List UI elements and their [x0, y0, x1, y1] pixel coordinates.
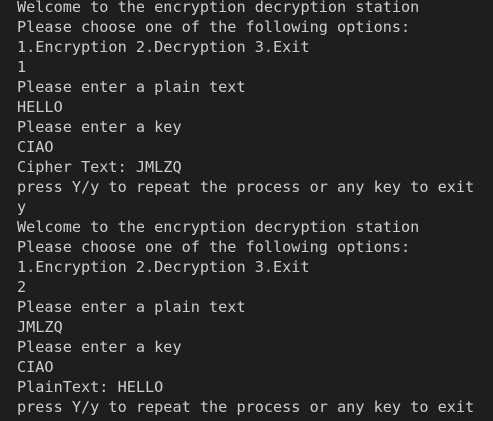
- terminal-line-prompt-options: Please choose one of the following optio…: [17, 18, 411, 36]
- terminal-line-cipher-result: Cipher Text: JMLZQ: [17, 158, 182, 176]
- terminal-line-prompt-repeat: press Y/y to repeat the process or any k…: [17, 178, 475, 196]
- terminal-line-menu: 1.Encryption 2.Decryption 3.Exit: [17, 38, 310, 56]
- terminal-line-user-choice: 2: [17, 278, 27, 296]
- terminal-line-user-plaintext: JMLZQ: [17, 318, 63, 336]
- terminal-line-prompt-plaintext: Please enter a plain text: [17, 298, 246, 316]
- terminal-line-prompt-key: Please enter a key: [17, 338, 182, 356]
- terminal-line-welcome: Welcome to the encryption decryption sta…: [17, 0, 420, 16]
- terminal-lines: Welcome to the encryption decryption sta…: [17, 0, 474, 417]
- terminal-line-prompt-repeat: press Y/y to repeat the process or any k…: [17, 398, 475, 416]
- terminal-line-welcome: Welcome to the encryption decryption sta…: [17, 218, 420, 236]
- terminal-line-user-key: CIAO: [17, 358, 54, 376]
- terminal-line-user-choice: 1: [17, 58, 27, 76]
- terminal-line-prompt-key: Please enter a key: [17, 118, 182, 136]
- terminal-line-menu: 1.Encryption 2.Decryption 3.Exit: [17, 258, 310, 276]
- terminal-line-user-key: CIAO: [17, 138, 54, 156]
- terminal-line-prompt-plaintext: Please enter a plain text: [17, 78, 246, 96]
- terminal-line-user-plaintext: HELLO: [17, 98, 63, 116]
- terminal-line-user-repeat: y: [17, 198, 27, 216]
- terminal-line-prompt-options: Please choose one of the following optio…: [17, 238, 411, 256]
- terminal-output: Welcome to the encryption decryption sta…: [0, 0, 493, 421]
- terminal-line-plaintext-result: PlainText: HELLO: [17, 378, 164, 396]
